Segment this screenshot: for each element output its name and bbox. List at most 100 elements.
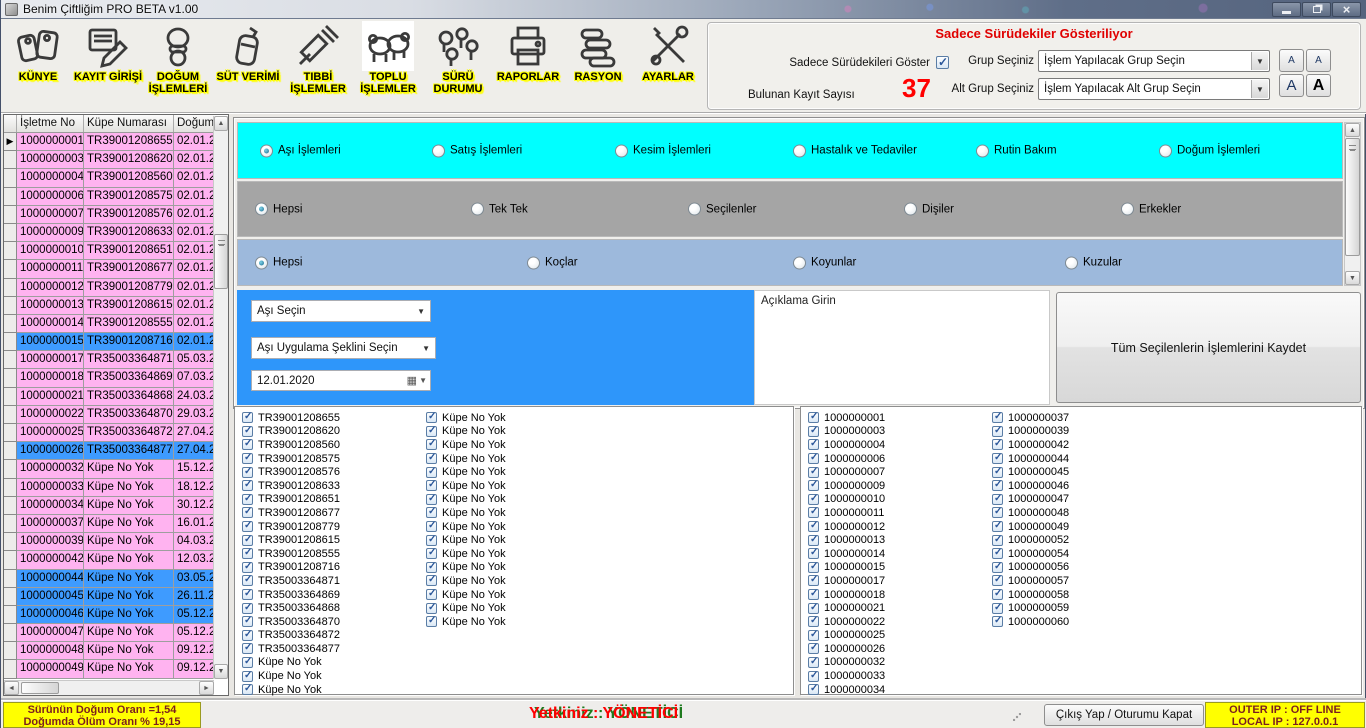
checked-checkbox-icon[interactable] [426, 603, 437, 614]
col-dogum-tarihi[interactable]: Doğum T [174, 115, 214, 132]
radio-option-do-um-i-lemleri[interactable]: Doğum İşlemleri [1159, 144, 1260, 157]
table-row[interactable]: 1000000003TR3900120862002.01.20 [4, 151, 214, 169]
subgroup-select-combo[interactable]: İşlem Yapılacak Alt Grup Seçin ▼ [1038, 78, 1270, 100]
row-selector[interactable] [4, 660, 17, 678]
checked-checkbox-icon[interactable] [242, 562, 253, 573]
checklist-item[interactable]: Küpe No Yok [426, 574, 506, 588]
checklist-item[interactable]: TR39001208575 [242, 452, 340, 466]
checked-checkbox-icon[interactable] [426, 467, 437, 478]
radio-icon[interactable] [688, 203, 701, 216]
checklist-item[interactable]: Küpe No Yok [426, 601, 506, 615]
checklist-item[interactable]: Küpe No Yok [426, 465, 506, 479]
checked-checkbox-icon[interactable] [808, 535, 819, 546]
row-selector[interactable] [4, 351, 17, 369]
checklist-item[interactable]: TR39001208716 [242, 561, 340, 575]
table-row[interactable]: 1000000033Küpe No Yok18.12.20 [4, 479, 214, 497]
checked-checkbox-icon[interactable] [992, 494, 1003, 505]
radio-icon[interactable] [976, 144, 989, 157]
radio-icon[interactable] [904, 203, 917, 216]
checklist-item[interactable]: TR39001208615 [242, 533, 340, 547]
row-selector[interactable] [4, 588, 17, 606]
table-row[interactable]: 1000000044Küpe No Yok03.05.20 [4, 570, 214, 588]
checked-checkbox-icon[interactable] [808, 603, 819, 614]
checklist-item[interactable]: TR35003364871 [242, 574, 340, 588]
row-selector[interactable] [4, 442, 17, 460]
row-selector[interactable] [4, 533, 17, 551]
row-selector[interactable] [4, 624, 17, 642]
checklist-item[interactable]: 1000000044 [992, 452, 1069, 466]
checked-checkbox-icon[interactable] [992, 480, 1003, 491]
toolbar-button-do-um-i-lemleri-[interactable]: DOĞUM İŞLEMLERİ [143, 21, 213, 111]
checked-checkbox-icon[interactable] [242, 603, 253, 614]
checklist-item[interactable]: Küpe No Yok [426, 438, 506, 452]
checklist-item[interactable]: 1000000006 [808, 452, 885, 466]
table-row[interactable]: 1000000013TR3900120861502.01.20 [4, 297, 214, 315]
checked-checkbox-icon[interactable] [808, 684, 819, 695]
table-row[interactable]: 1000000018TR3500336486907.03.20 [4, 369, 214, 387]
minimize-button[interactable] [1272, 2, 1301, 17]
checked-checkbox-icon[interactable] [426, 589, 437, 600]
checklist-item[interactable]: TR39001208576 [242, 465, 340, 479]
table-vscroll-thumb[interactable] [214, 234, 228, 289]
checked-checkbox-icon[interactable] [992, 426, 1003, 437]
checklist-item[interactable]: 1000000021 [808, 601, 885, 615]
row-selector[interactable] [4, 206, 17, 224]
checklist-item[interactable]: TR39001208651 [242, 493, 340, 507]
checked-checkbox-icon[interactable] [242, 426, 253, 437]
checked-checkbox-icon[interactable] [808, 562, 819, 573]
table-row[interactable]: 1000000012TR3900120877902.01.20 [4, 279, 214, 297]
toolbar-button-ayarlar[interactable]: AYARLAR [633, 21, 703, 111]
radio-icon[interactable] [260, 144, 273, 157]
checked-checkbox-icon[interactable] [242, 439, 253, 450]
checklist-item[interactable]: Küpe No Yok [426, 561, 506, 575]
checklist-item[interactable]: 1000000046 [992, 479, 1069, 493]
checked-checkbox-icon[interactable] [992, 616, 1003, 627]
row-selector[interactable] [4, 151, 17, 169]
checklist-item[interactable]: 1000000009 [808, 479, 885, 493]
checked-checkbox-icon[interactable] [242, 616, 253, 627]
checked-checkbox-icon[interactable] [808, 412, 819, 423]
note-textarea[interactable]: Açıklama Girin [754, 290, 1050, 405]
checklist-item[interactable]: 1000000047 [992, 493, 1069, 507]
radio-icon[interactable] [255, 203, 268, 216]
toolbar-button-s-r-durumu[interactable]: SÜRÜ DURUMU [423, 21, 493, 111]
table-row[interactable]: 1000000032Küpe No Yok15.12.20 [4, 460, 214, 478]
checked-checkbox-icon[interactable] [992, 603, 1003, 614]
checklist-item[interactable]: Küpe No Yok [426, 588, 506, 602]
calendar-icon[interactable]: ▦ [407, 374, 417, 387]
checked-checkbox-icon[interactable] [808, 671, 819, 682]
checklist-item[interactable]: Küpe No Yok [242, 656, 340, 670]
checked-checkbox-icon[interactable] [242, 535, 253, 546]
checked-checkbox-icon[interactable] [426, 548, 437, 559]
table-row[interactable]: 1000000021TR3500336486824.03.20 [4, 388, 214, 406]
table-row[interactable]: 1000000039Küpe No Yok04.03.20 [4, 533, 214, 551]
checked-checkbox-icon[interactable] [992, 548, 1003, 559]
table-row[interactable]: 1000000014TR3900120855502.01.20 [4, 315, 214, 333]
checked-checkbox-icon[interactable] [242, 643, 253, 654]
checked-checkbox-icon[interactable] [992, 521, 1003, 532]
checked-checkbox-icon[interactable] [808, 426, 819, 437]
toolbar-button-s-t-veri-mi-[interactable]: SÜT VERİMİ [213, 21, 283, 111]
checked-checkbox-icon[interactable] [992, 507, 1003, 518]
table-row[interactable]: 1000000006TR3900120857502.01.20 [4, 188, 214, 206]
checked-checkbox-icon[interactable] [426, 507, 437, 518]
row-selector[interactable] [4, 570, 17, 588]
checklist-item[interactable]: Küpe No Yok [426, 506, 506, 520]
row-selector[interactable] [4, 315, 17, 333]
toolbar-button-kayit-gi-ri-i-[interactable]: KAYIT GİRİŞİ [73, 21, 143, 111]
row-selector[interactable] [4, 260, 17, 278]
checked-checkbox-icon[interactable] [992, 412, 1003, 423]
checklist-item[interactable]: Küpe No Yok [426, 615, 506, 629]
toolbar-button-k-nye[interactable]: KÜNYE [3, 21, 73, 111]
table-row[interactable]: 1000000037Küpe No Yok16.01.20 [4, 515, 214, 533]
vaccine-method-combo[interactable]: Aşı Uygulama Şeklini Seçin ▼ [251, 337, 436, 359]
toolbar-button-raporlar[interactable]: RAPORLAR [493, 21, 563, 111]
col-kupe-numarasi[interactable]: Küpe Numarası [84, 115, 174, 132]
checked-checkbox-icon[interactable] [808, 548, 819, 559]
radio-option-hepsi[interactable]: Hepsi [255, 256, 302, 269]
checklist-item[interactable]: TR39001208620 [242, 425, 340, 439]
checklist-item[interactable]: TR35003364870 [242, 615, 340, 629]
checked-checkbox-icon[interactable] [242, 575, 253, 586]
checklist-item[interactable]: Küpe No Yok [242, 669, 340, 683]
row-selector[interactable] [4, 479, 17, 497]
